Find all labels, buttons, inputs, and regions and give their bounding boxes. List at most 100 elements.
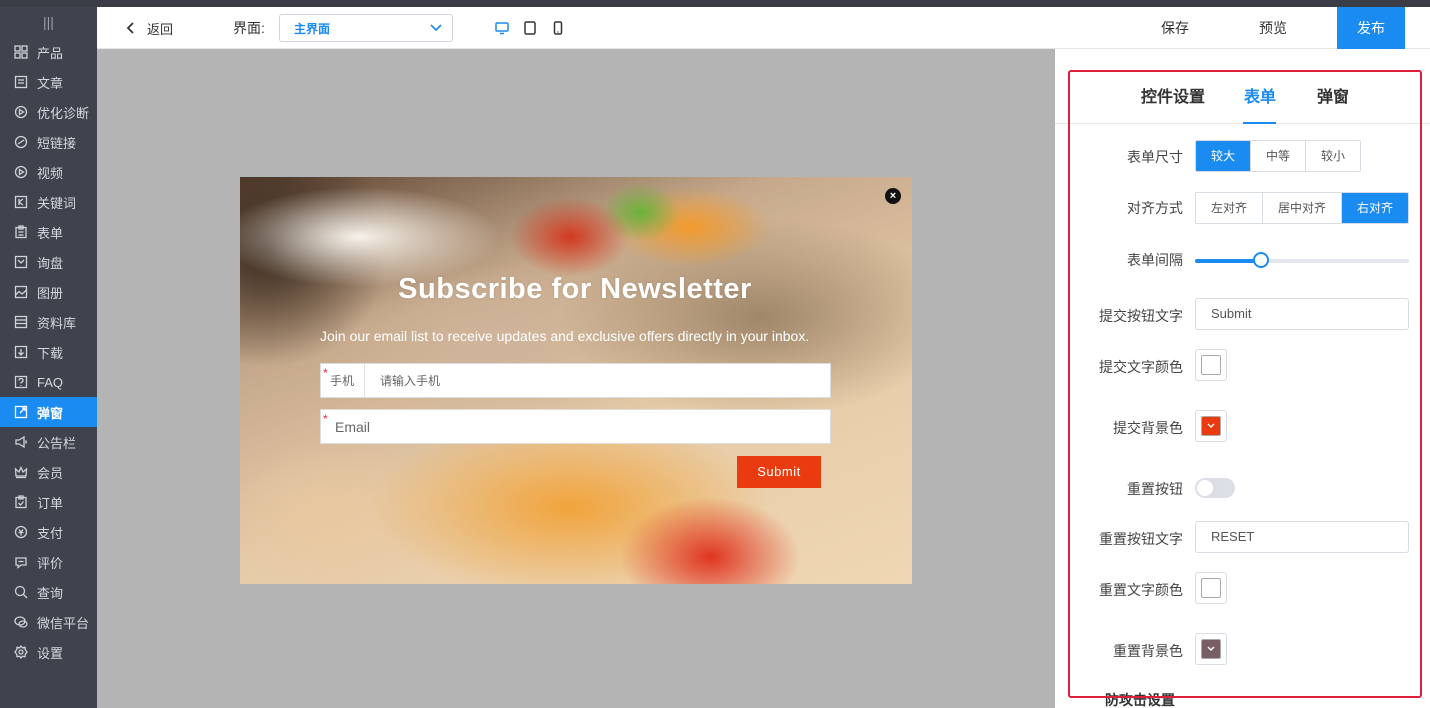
- email-input[interactable]: Email: [321, 419, 370, 435]
- color-swatch: [1201, 639, 1221, 659]
- chevron-down-icon: [1207, 423, 1215, 428]
- album-icon: [14, 285, 28, 299]
- align-left[interactable]: 左对齐: [1196, 193, 1263, 223]
- video-icon: [14, 165, 28, 179]
- window-top-strip: [0, 0, 1430, 7]
- sidebar-item-label: 图册: [37, 285, 64, 301]
- popup-icon: [14, 405, 28, 419]
- sidebar-item[interactable]: 支付: [0, 517, 97, 547]
- sidebar-item[interactable]: 短链接: [0, 127, 97, 157]
- download-icon: [14, 345, 28, 359]
- spacing-slider-handle[interactable]: [1253, 252, 1270, 268]
- sidebar-item[interactable]: 优化诊断: [0, 97, 97, 127]
- back-button[interactable]: 返回: [125, 7, 173, 49]
- reset-text-input[interactable]: RESET: [1195, 521, 1409, 553]
- reset-bg-color-picker[interactable]: [1195, 633, 1227, 665]
- form-size-medium[interactable]: 中等: [1251, 141, 1306, 171]
- sidebar-item[interactable]: 产品: [0, 37, 97, 67]
- sidebar-item[interactable]: 视频: [0, 157, 97, 187]
- phone-input[interactable]: 请输入手机: [365, 372, 440, 389]
- align-right[interactable]: 右对齐: [1342, 193, 1408, 223]
- preview-button[interactable]: 预览: [1249, 7, 1297, 49]
- sidebar-item[interactable]: 表单: [0, 217, 97, 247]
- sidebar-item-label: 文章: [37, 75, 64, 91]
- settings-tabs: 控件设置 表单 弹窗: [1055, 71, 1430, 124]
- device-switcher: [495, 7, 565, 49]
- sidebar-collapse-icon[interactable]: |||: [0, 7, 97, 37]
- megaphone-icon: [14, 435, 28, 449]
- spacing-label: 表单间隔: [1127, 252, 1183, 268]
- submit-bg-color-picker[interactable]: [1195, 410, 1227, 442]
- newsletter-popup: × Subscribe for Newsletter Join our emai…: [240, 177, 912, 584]
- sidebar-item[interactable]: 询盘: [0, 247, 97, 277]
- required-mark: *: [323, 412, 328, 426]
- sidebar-item-label: 微信平台: [37, 615, 90, 631]
- publish-button[interactable]: 发布: [1337, 7, 1405, 49]
- preview-canvas: × Subscribe for Newsletter Join our emai…: [97, 49, 1055, 708]
- mobile-view-icon[interactable]: [551, 20, 565, 36]
- tab-form[interactable]: 表单: [1244, 83, 1276, 107]
- reset-button-label: 重置按钮: [1127, 481, 1183, 497]
- sidebar-item-label: 支付: [37, 525, 64, 541]
- form-size-small[interactable]: 较小: [1306, 141, 1360, 171]
- back-label: 返回: [147, 21, 174, 37]
- submit-text-input[interactable]: Submit: [1195, 298, 1409, 330]
- sidebar-item[interactable]: 资料库: [0, 307, 97, 337]
- chevron-down-icon: [1207, 646, 1215, 651]
- submit-text-label: 提交按钮文字: [1099, 308, 1183, 324]
- toggle-knob: [1197, 480, 1213, 496]
- email-field[interactable]: * Email: [320, 409, 831, 444]
- sidebar-item[interactable]: 关键词: [0, 187, 97, 217]
- gear-icon: [14, 645, 28, 659]
- form-size-large[interactable]: 较大: [1196, 141, 1251, 171]
- sidebar-item[interactable]: 文章: [0, 67, 97, 97]
- sidebar-item-label: 表单: [37, 225, 64, 241]
- required-mark: *: [323, 366, 328, 380]
- align-center[interactable]: 居中对齐: [1263, 193, 1342, 223]
- interface-select[interactable]: 主界面: [279, 14, 453, 42]
- sidebar-item[interactable]: 查询: [0, 577, 97, 607]
- sidebar-item-label: 评价: [37, 555, 64, 571]
- reset-bg-color-label: 重置背景色: [1113, 643, 1183, 659]
- desktop-view-icon[interactable]: [495, 20, 509, 36]
- sidebar-item[interactable]: 会员: [0, 457, 97, 487]
- alignment-selector: 左对齐 居中对齐 右对齐: [1195, 192, 1409, 224]
- sidebar-item-label: 公告栏: [37, 435, 77, 451]
- color-swatch: [1201, 416, 1221, 436]
- keyword-icon: [14, 195, 28, 209]
- crown-icon: [14, 465, 28, 479]
- spacing-slider-fill: [1195, 259, 1262, 263]
- popup-submit-button[interactable]: Submit: [737, 456, 821, 488]
- save-button[interactable]: 保存: [1151, 7, 1199, 49]
- sidebar-item-label: 订单: [37, 495, 64, 511]
- sidebar-item[interactable]: 弹窗: [0, 397, 97, 427]
- submit-text-color-picker[interactable]: [1195, 349, 1227, 381]
- tab-popup[interactable]: 弹窗: [1317, 83, 1349, 107]
- active-tab-underline: [1243, 122, 1276, 124]
- sidebar-item[interactable]: 微信平台: [0, 607, 97, 637]
- sidebar-item-label: 下载: [37, 345, 64, 361]
- sidebar-item[interactable]: 图册: [0, 277, 97, 307]
- sidebar-item-label: 询盘: [37, 255, 64, 271]
- tablet-view-icon[interactable]: [523, 20, 537, 36]
- sidebar-item[interactable]: 订单: [0, 487, 97, 517]
- section-title-anti-attack: 防攻击设置: [1105, 692, 1175, 708]
- sidebar-item-label: 短链接: [37, 135, 77, 151]
- sidebar-item[interactable]: 设置: [0, 637, 97, 667]
- sidebar-item[interactable]: 下载: [0, 337, 97, 367]
- wechat-icon: [14, 615, 28, 629]
- phone-field[interactable]: * 手机 请输入手机: [320, 363, 831, 398]
- sidebar-item[interactable]: 公告栏: [0, 427, 97, 457]
- tab-control-settings[interactable]: 控件设置: [1141, 83, 1205, 107]
- comment-icon: [14, 555, 28, 569]
- sidebar-item-label: 关键词: [37, 195, 77, 211]
- sidebar-item[interactable]: FAQ: [0, 367, 97, 397]
- popup-close-icon[interactable]: ×: [885, 188, 901, 204]
- color-swatch: [1201, 578, 1221, 598]
- interface-select-value: 主界面: [294, 21, 331, 36]
- reset-text-color-picker[interactable]: [1195, 572, 1227, 604]
- form-size-selector: 较大 中等 较小: [1195, 140, 1361, 172]
- sidebar-item[interactable]: 评价: [0, 547, 97, 577]
- spacing-slider[interactable]: [1195, 252, 1409, 268]
- reset-button-toggle[interactable]: [1195, 478, 1235, 498]
